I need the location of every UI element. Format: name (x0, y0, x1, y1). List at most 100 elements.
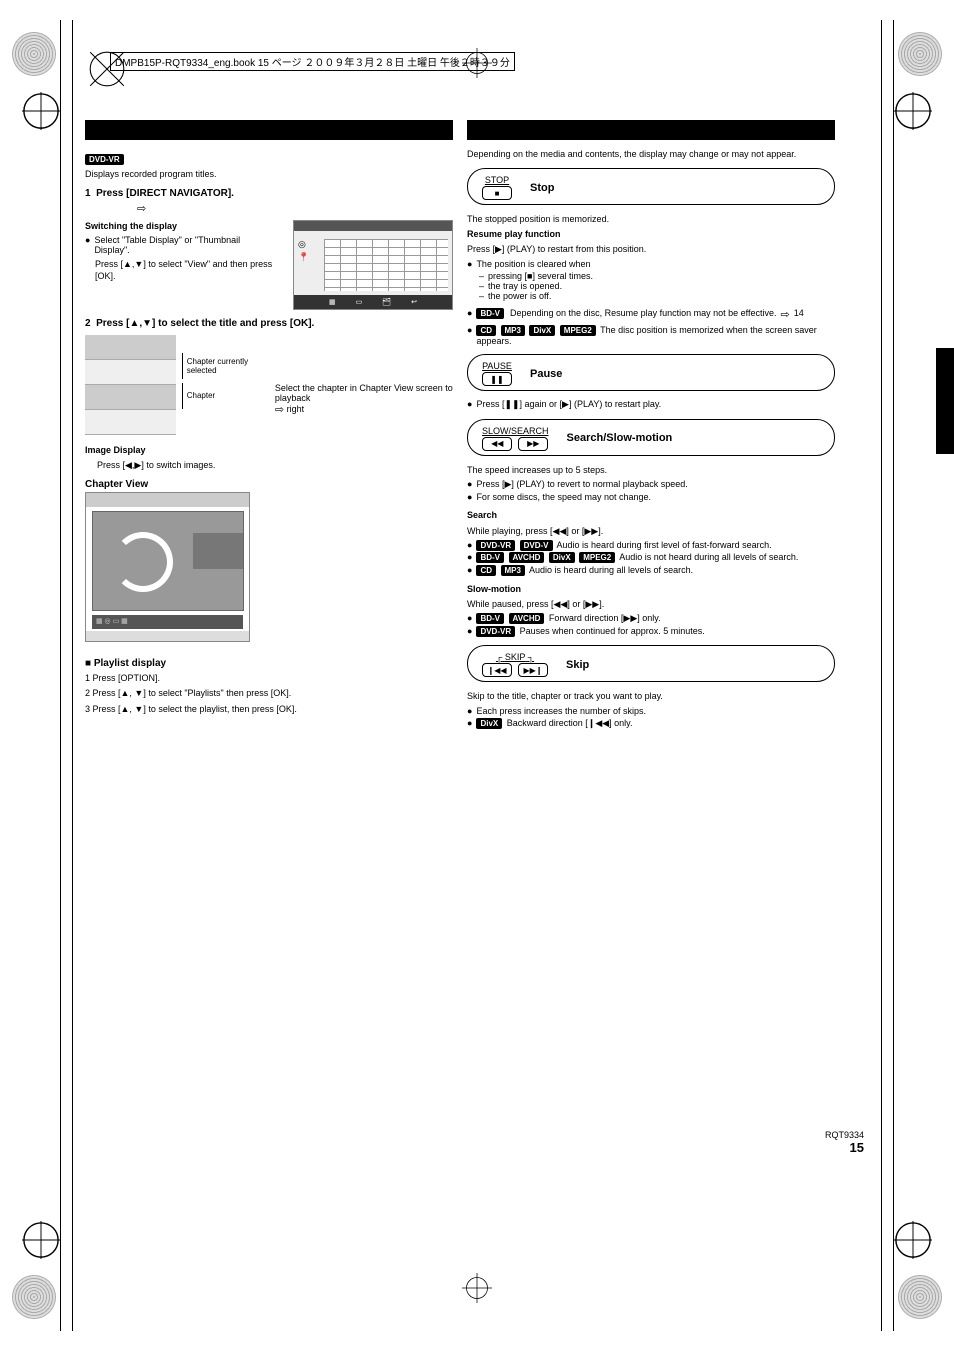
skip-title: Skip (566, 659, 589, 671)
chapter-view-heading: Chapter View (85, 479, 453, 490)
callout-selected-chapter: Chapter currently selected (182, 353, 263, 379)
skip-back-only: Backward direction [❙◀◀] only. (507, 718, 633, 728)
clear-cond-2: the tray is opened. (488, 281, 562, 291)
chapter-list-figure (85, 335, 176, 440)
side-tab (936, 348, 954, 454)
format-badge-divx: DivX (529, 325, 555, 336)
image-display-heading: Image Display (85, 444, 453, 456)
toolbar-icon: ▭ (356, 298, 363, 306)
crop-guide (881, 20, 882, 1331)
page-content: DVD-VR Displays recorded program titles.… (85, 120, 835, 731)
section-title-right (467, 120, 835, 140)
footer-pagenum: 15 (850, 1140, 864, 1155)
bullet-icon: ● (467, 718, 472, 730)
step-2: 2 Press [▲,▼] to select the title and pr… (85, 318, 453, 329)
bdv-note: Depending on the disc, Resume play funct… (510, 308, 777, 318)
format-badge-avchd: AVCHD (509, 613, 545, 624)
toolbar-icon: ▦ (329, 298, 336, 306)
search-rev-icon: ◀◀ (482, 437, 512, 451)
skip-increase: Each press increases the number of skips… (476, 706, 646, 716)
clear-cond-1: pressing [■] several times. (488, 271, 593, 281)
bullet-icon: ● (467, 259, 472, 271)
dash-icon: – (479, 291, 484, 301)
intro-text: Displays recorded program titles. (85, 168, 453, 180)
search-button-label: SLOW/SEARCH (482, 426, 549, 436)
format-badge-cd: CD (476, 325, 496, 336)
step-1: 1 Press [DIRECT NAVIGATOR]. (85, 188, 453, 199)
step-2-num: 2 (85, 318, 91, 329)
page-ref-14: 14 (794, 308, 804, 318)
pause-text: Press [❚❚] again or [▶] (PLAY) to restar… (476, 399, 661, 410)
switch-display-text: Select "Table Display" or "Thumbnail Dis… (94, 235, 275, 255)
search-button-row: SLOW/SEARCH ◀◀ ▶▶ Search/Slow-motion (467, 419, 835, 456)
resume-text: Press [▶] (PLAY) to restart from this po… (467, 243, 835, 255)
pos-cleared: The position is cleared when (476, 259, 590, 269)
skip-prev-icon: ❙◀◀ (482, 663, 512, 677)
search-heading: Search (467, 509, 835, 521)
toolbar-icon: ↩ (411, 298, 417, 306)
format-badge-bdv: BD-V (476, 308, 504, 319)
registration-mark-icon (462, 1273, 492, 1303)
playlist-step-1: 1 Press [OPTION]. (85, 672, 453, 684)
toolbar-icon: 🗂 (382, 298, 391, 306)
step-2-text: Press [▲,▼] to select the title and pres… (96, 318, 314, 329)
bullet-icon: ● (467, 613, 472, 625)
registration-disc (898, 1275, 942, 1319)
dash-icon: – (479, 281, 484, 291)
bullet-icon: ● (467, 308, 472, 320)
chapter-view-note: Select the chapter in Chapter View scree… (275, 383, 453, 403)
format-badge-mp3: MP3 (501, 325, 525, 336)
bullet-icon: ● (467, 552, 472, 564)
stop-button-icon: ■ (482, 186, 512, 200)
pause-button-row: PAUSE ❚❚ Pause (467, 354, 835, 391)
slow-fwd-only: Forward direction [▶▶] only. (549, 613, 661, 623)
bullet-icon: ● (467, 325, 472, 337)
registration-disc (12, 32, 56, 76)
right-column: Depending on the media and contents, the… (467, 120, 835, 731)
registration-mark-icon (22, 1221, 60, 1259)
direct-navigator-screenshot: ◎ 📍 ▦ ▭ 🗂 ↩ (293, 220, 453, 310)
search-nochange: For some discs, the speed may not change… (476, 492, 651, 502)
image-display-detail: Press [◀,▶] to switch images. (85, 459, 453, 471)
search-no-audio: Audio is not heard during all levels of … (619, 552, 798, 562)
skip-next-icon: ▶▶❙ (518, 663, 548, 677)
ops-intro: Depending on the media and contents, the… (467, 148, 835, 160)
registration-mark-icon (894, 92, 932, 130)
skip-instr: Skip to the title, chapter or track you … (467, 690, 835, 702)
format-badge-mpeg2: MPEG2 (560, 325, 596, 336)
switch-display-action: Press [▲,▼] to select "View" and then pr… (85, 258, 275, 282)
playlist-step-2: 2 Press [▲, ▼] to select "Playlists" the… (85, 687, 453, 699)
search-title: Search/Slow-motion (567, 432, 673, 444)
search-speed: The speed increases up to 5 steps. (467, 464, 835, 476)
slow-instr: While paused, press [◀◀] or [▶▶]. (467, 598, 835, 610)
section-title-left (85, 120, 453, 140)
screensaver-note: The disc position is memorized when the … (476, 325, 816, 346)
format-badge-dvdv: DVD-V (520, 540, 553, 551)
format-badge-dvdvr: DVD-VR (476, 540, 515, 551)
search-revert: Press [▶] (PLAY) to revert to normal pla… (476, 479, 687, 490)
step-1-text: Press [DIRECT NAVIGATOR]. (96, 188, 234, 199)
arrow-right-icon: ⇨ (781, 308, 790, 321)
pause-button-icon: ❚❚ (482, 372, 512, 386)
callout-chapter: Chapter (182, 383, 263, 409)
crop-guide (72, 20, 73, 1331)
bullet-icon: ● (467, 492, 472, 504)
format-badge-mpeg2: MPEG2 (579, 552, 615, 563)
registration-mark-icon (894, 1221, 932, 1259)
bullet-icon: ● (467, 706, 472, 718)
pin-icon: 📍 (298, 252, 309, 263)
search-instr: While playing, press [◀◀] or [▶▶]. (467, 525, 835, 537)
left-column: DVD-VR Displays recorded program titles.… (85, 120, 453, 731)
playlist-step-3: 3 Press [▲, ▼] to select the playlist, t… (85, 703, 453, 715)
registration-mark-icon (22, 92, 60, 130)
arrow-note: ⇨ (85, 202, 453, 217)
crop-guide (893, 20, 894, 1331)
disc-icon: ◎ (298, 239, 309, 250)
chapter-view-screenshot: ▦ ◎ ▭ ▦ (85, 492, 250, 642)
search-fwd-icon: ▶▶ (518, 437, 548, 451)
search-all-audio: Audio is heard during all levels of sear… (529, 565, 693, 575)
slow-heading: Slow-motion (467, 583, 835, 595)
registration-disc (12, 1275, 56, 1319)
arrow-right-icon: ⇨ (137, 203, 146, 215)
format-badge-dvdvr: DVD-VR (85, 154, 124, 165)
